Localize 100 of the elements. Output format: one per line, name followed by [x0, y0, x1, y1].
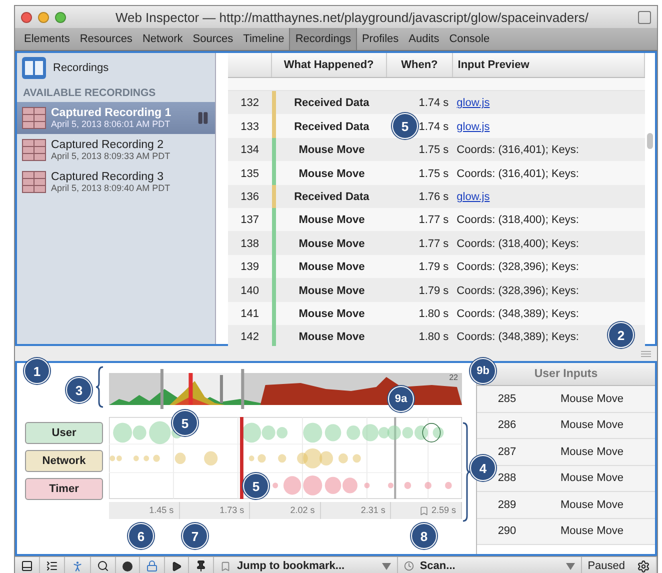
table-cell: Mouse Move — [298, 168, 365, 180]
table-cell: 134 — [240, 144, 259, 156]
table-cell: 141 — [240, 308, 259, 320]
close-button[interactable] — [21, 12, 32, 22]
table-cell: 132 — [240, 97, 259, 110]
table-row[interactable]: 135 Mouse Move 1.75 s Coords: (316,401); Keys: — [228, 161, 645, 185]
table-cell: 142 — [240, 331, 259, 344]
tab[interactable]: Audits — [404, 28, 444, 50]
table-cell: 1.80 s — [418, 308, 449, 320]
category-filter-button[interactable]: User — [25, 422, 103, 444]
table-row[interactable]: 141 Mouse Move 1.80 s Coords: (348,389); Keys: — [228, 302, 645, 325]
tab[interactable]: Sources — [188, 28, 238, 50]
recording-item[interactable]: Captured Recording 3 April 5, 2013 8:09:40 AM PDT — [17, 166, 215, 198]
table-cell: Received Data — [294, 97, 370, 110]
table-cell: Coords: (318,400); Keys: — [456, 214, 579, 226]
time-tick-label: 1.73 s — [180, 502, 250, 519]
splitter-grip-icon[interactable] — [641, 350, 651, 356]
recording-title: Captured Recording 3 — [51, 170, 165, 182]
film-icon — [21, 56, 47, 80]
tab[interactable]: Profiles — [356, 28, 404, 50]
recording-date: April 5, 2013 8:09:40 AM PDT — [51, 182, 172, 194]
scrollbar-thumb[interactable] — [647, 133, 653, 149]
recording-icon — [22, 107, 46, 129]
recording-title: Captured Recording 2 — [51, 138, 165, 150]
bookmark-marker — [220, 375, 223, 403]
overview-value: 22 — [449, 373, 458, 382]
bookmark-icon — [220, 560, 231, 572]
dropdown-arrow-icon — [566, 562, 575, 570]
column-header[interactable]: When? — [387, 53, 453, 77]
minimize-button[interactable] — [38, 12, 49, 22]
tab[interactable]: Timeline — [238, 28, 290, 50]
table-cell: 133 — [240, 120, 259, 133]
column-header[interactable]: Input Preview — [452, 53, 645, 77]
input-row[interactable]: 287 Mouse Move — [477, 439, 655, 466]
table-row[interactable]: 140 Mouse Move 1.79 s Coords: (328,396); Keys: — [228, 278, 645, 302]
table-cell: 1.74 s — [418, 97, 449, 110]
category-filter-button[interactable]: Timer — [25, 478, 103, 500]
range-handle[interactable] — [241, 369, 244, 409]
table-cell-text: 288 — [496, 472, 518, 484]
table-row[interactable]: 132 Received Data 1.74 s glow.js — [228, 91, 645, 114]
table-cell: 1.74 s — [418, 120, 449, 133]
table-row[interactable]: 137 Mouse Move 1.77 s Coords: (318,400); Keys: — [228, 208, 645, 232]
table-row[interactable]: 138 Mouse Move 1.77 s Coords: (318,400); Keys: — [228, 231, 645, 255]
table-cell-text: 287 — [496, 446, 518, 458]
zoom-button[interactable] — [55, 12, 66, 22]
category-filter-button[interactable]: Network — [25, 450, 103, 472]
table-cell: Coords: (328,396); Keys: — [456, 261, 579, 274]
tab[interactable]: Network — [137, 28, 188, 50]
table-cell: 138 — [240, 238, 259, 250]
bookmark-dropdown[interactable]: Jump to bookmark... — [214, 557, 398, 573]
table-cell-text: Mouse Move — [560, 525, 624, 538]
time-tick-label: 1.45 s — [109, 502, 180, 519]
table-cell: 135 — [240, 168, 259, 180]
fullscreen-icon[interactable] — [638, 10, 651, 24]
table-cell: 1.75 s — [418, 144, 449, 156]
table-row[interactable]: 139 Mouse Move 1.79 s Coords: (328,396); Keys: — [228, 254, 645, 278]
range-handle[interactable] — [160, 369, 164, 409]
table-cell: Coords: (328,396); Keys: — [456, 284, 579, 297]
input-row[interactable]: 289 Mouse Move — [477, 492, 655, 518]
recording-icon — [22, 139, 46, 161]
tab[interactable]: Elements — [19, 28, 75, 50]
file-link[interactable]: glow.js — [456, 190, 490, 203]
table-cell-text: Mouse Move — [560, 472, 624, 484]
table-cell: Received Data — [294, 190, 370, 203]
recording-item[interactable]: Captured Recording 2 April 5, 2013 8:09:33 AM PDT — [17, 134, 215, 166]
settings-icon — [637, 560, 650, 572]
search-icon — [97, 560, 109, 572]
table-row[interactable]: 134 Mouse Move 1.75 s Coords: (316,401); Keys: — [228, 138, 645, 162]
bookmark-icon — [419, 506, 430, 516]
tab[interactable]: Recordings — [289, 28, 357, 50]
table-cell: 1.77 s — [418, 214, 449, 226]
record-icon — [122, 560, 133, 572]
dock-icon — [21, 560, 33, 572]
section-heading: AVAILABLE RECORDINGS — [22, 86, 157, 101]
table-cell: Coords: (348,389); Keys: — [456, 308, 579, 320]
status-text: Paused — [586, 560, 626, 572]
table-cell: Mouse Move — [298, 284, 365, 297]
table-cell: Mouse Move — [298, 238, 365, 250]
table-cell: Mouse Move — [298, 144, 365, 156]
table-cell: 140 — [240, 284, 259, 297]
file-link[interactable]: glow.js — [456, 120, 490, 133]
scan-dropdown[interactable]: Scan... — [398, 557, 582, 573]
input-row[interactable]: 285 Mouse Move — [477, 386, 655, 412]
input-row[interactable]: 286 Mouse Move — [477, 412, 655, 439]
dropdown-arrow-icon — [382, 562, 391, 570]
tab[interactable]: Resources — [74, 28, 138, 50]
table-cell: Coords: (348,389); Keys: — [456, 331, 579, 344]
file-link[interactable]: glow.js — [456, 97, 490, 110]
bracket-drawing — [96, 366, 104, 408]
table-cell: Received Data — [294, 120, 370, 133]
pause-icon[interactable] — [196, 111, 210, 125]
table-row[interactable]: 136 Received Data 1.76 s glow.js — [228, 184, 645, 208]
tab[interactable]: Console — [444, 28, 495, 50]
table-cell: 139 — [240, 261, 259, 274]
table-cell-text: 286 — [496, 419, 518, 432]
table-cell-text: Mouse Move — [560, 392, 624, 405]
input-row[interactable]: 290 Mouse Move — [477, 518, 655, 545]
window-title: Web Inspector — http://matthaynes.net/playground/javascript/glow/spaceinvaders/ — [114, 10, 590, 24]
column-header[interactable]: What Happened? — [272, 53, 388, 77]
lock-icon — [146, 560, 158, 572]
